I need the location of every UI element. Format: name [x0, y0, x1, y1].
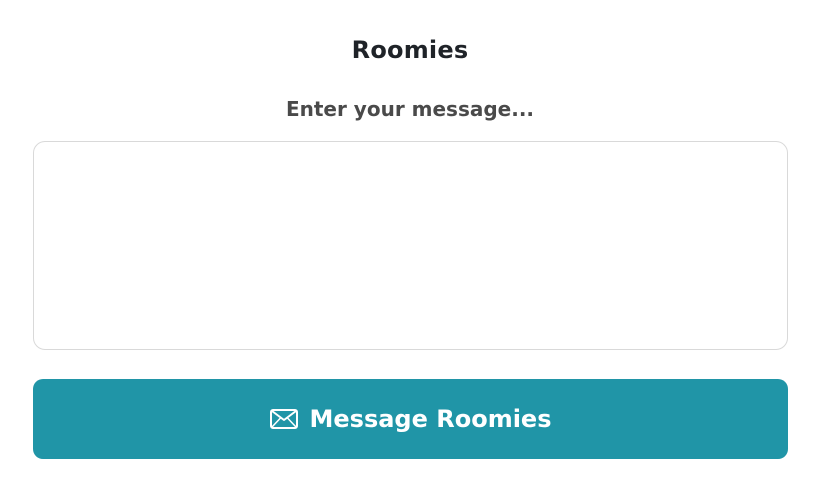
page-title: Roomies [351, 36, 469, 64]
message-roomies-button[interactable]: Message Roomies [33, 379, 788, 459]
message-input[interactable] [33, 141, 788, 350]
message-roomies-label: Message Roomies [309, 405, 552, 433]
envelope-icon [269, 409, 298, 429]
message-prompt-label: Enter your message... [285, 97, 535, 121]
